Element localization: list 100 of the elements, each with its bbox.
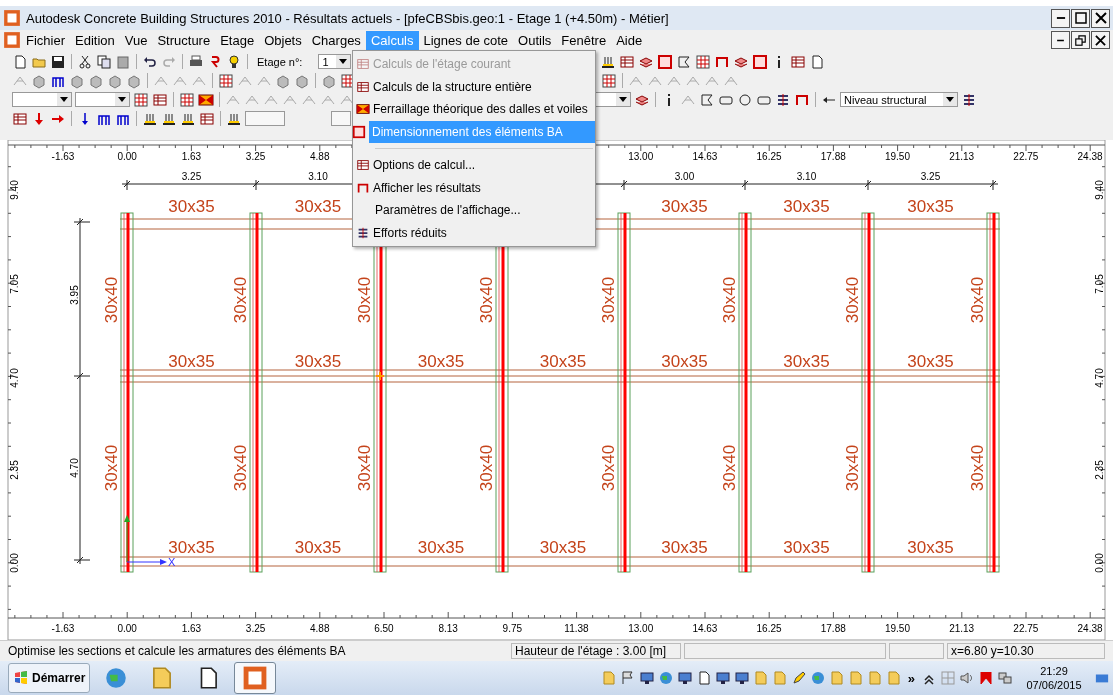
ruler-label: 0.00 [117, 151, 137, 162]
ruler-label: -1.63 [51, 151, 75, 162]
start-button[interactable]: Démarrer [8, 663, 91, 693]
column-label: 30x40 [355, 444, 375, 492]
column-label: 30x40 [355, 276, 375, 324]
dimension-label: 3.10 [308, 171, 328, 182]
column-label: 30x40 [843, 276, 863, 324]
floor-dropdown[interactable]: 1 [318, 54, 352, 69]
menu-item[interactable]: Vue [119, 30, 153, 50]
ruler-label: 3.25 [245, 151, 266, 162]
ruler-label: 1.63 [181, 623, 202, 634]
beam-label: 30x35 [168, 197, 215, 216]
column-label: 30x40 [102, 276, 122, 324]
ruler-label: 7.05 [1093, 274, 1105, 294]
ruler-label: 22.75 [1013, 623, 1039, 634]
menu-item[interactable]: Edition [70, 30, 120, 50]
beam-label: 30x35 [417, 538, 465, 557]
ruler-label: -1.63 [51, 623, 75, 634]
ruler-label: 8.13 [438, 623, 458, 634]
ruler-label: 7.05 [8, 274, 20, 294]
beam-label: 30x35 [783, 352, 830, 371]
ruler-label: 2.35 [8, 460, 20, 480]
beam-label: 30x35 [661, 352, 708, 371]
column-label: 30x40 [231, 276, 251, 324]
beam-label: 30x35 [294, 538, 342, 557]
menu-item[interactable]: Options de calcul... [353, 154, 595, 177]
ruler-label: 3.25 [245, 623, 266, 634]
ruler-label: 16.25 [756, 151, 782, 162]
column-label: 30x40 [477, 276, 497, 324]
menu-item[interactable]: Structure [152, 30, 216, 50]
menu-item[interactable]: Fenêtre [556, 30, 612, 50]
floor-height-panel: Hauteur de l'étage : 3.00 [m] [511, 643, 681, 659]
beam-label: 30x35 [539, 538, 587, 557]
ruler-label: 0.00 [117, 623, 137, 634]
dimension-label: 3.10 [796, 171, 817, 182]
window-title: Autodesk Concrete Building Structures 2010 - Résultats actuels - [pfeCBSbis.geo:1 - Etage 1 (+4.50m) - Métier] [26, 10, 670, 26]
beam-label: 30x35 [539, 352, 587, 371]
column-label: 30x40 [720, 444, 740, 492]
dimension-label: 3.95 [68, 285, 80, 305]
menu-item[interactable]: Paramètres de l'affichage... [353, 199, 595, 222]
menu-item[interactable]: Charges [306, 30, 366, 50]
ruler-label: 4.88 [310, 623, 330, 634]
column-label: 30x40 [599, 276, 619, 324]
level-dropdown[interactable]: Niveau structural [840, 92, 958, 107]
menu-item[interactable]: Objets [259, 30, 307, 50]
ruler-label: 9.40 [1093, 180, 1105, 200]
ruler-label: 9.75 [502, 623, 523, 634]
beam-label: 30x35 [783, 197, 830, 216]
dimension-label: 3.25 [920, 171, 941, 182]
ruler-label: 17.88 [820, 623, 846, 634]
status-message: Optimise les sections et calcule les armatures des éléments BA [8, 644, 347, 658]
menu-item[interactable]: Efforts réduits [353, 221, 595, 244]
menu-item[interactable]: Afficher les résultats [353, 176, 595, 199]
menu-item[interactable]: Fichier [21, 30, 70, 50]
ruler-label: 24.38 [1077, 151, 1103, 162]
menu-item[interactable]: Lignes de cote [418, 30, 514, 50]
ruler-label: 21.13 [949, 151, 975, 162]
ruler-label: 13.00 [628, 623, 654, 634]
ruler-label: 11.38 [564, 623, 589, 634]
ruler-label: 24.38 [1077, 623, 1103, 634]
beam-label: 30x35 [783, 538, 830, 557]
ruler-label: 0.00 [1093, 553, 1105, 573]
ruler-label: 14.63 [692, 623, 718, 634]
dimension-label: 3.25 [181, 171, 202, 182]
ruler-label: 4.88 [310, 151, 330, 162]
coordinates-panel: x=6.80 y=10.30 [947, 643, 1105, 659]
ruler-label: 21.13 [949, 623, 975, 634]
ruler-label: 0.00 [8, 553, 20, 573]
beam-label: 30x35 [661, 197, 708, 216]
ruler-label: 16.25 [756, 623, 782, 634]
column-label: 30x40 [599, 444, 619, 492]
ruler-label: 9.40 [8, 180, 20, 200]
column-label: 30x40 [720, 276, 740, 324]
menu-item[interactable]: Aide [611, 30, 648, 50]
dimension-label: 3.00 [674, 171, 695, 182]
column-label: 30x40 [968, 276, 988, 324]
menu-item[interactable]: Calculs de la structure entière [353, 75, 595, 98]
beam-label: 30x35 [294, 352, 342, 371]
axis-label: X [168, 556, 176, 568]
ruler-label: 1.63 [181, 151, 202, 162]
ruler-label: 6.50 [374, 623, 394, 634]
column-label: 30x40 [231, 444, 251, 492]
menu-item[interactable]: Etage [215, 30, 260, 50]
beam-label: 30x35 [907, 197, 954, 216]
clock-date: 07/06/2015 [1026, 678, 1082, 692]
ruler-label: 4.70 [1093, 368, 1105, 388]
ruler-label: 22.75 [1013, 151, 1039, 162]
beam-label: 30x35 [168, 538, 215, 557]
ruler-label: 2.35 [1093, 460, 1105, 480]
beam-label: 30x35 [417, 352, 465, 371]
beam-label: 30x35 [907, 538, 954, 557]
ruler-label: 19.50 [884, 151, 910, 162]
column-label: 30x40 [968, 444, 988, 492]
overflow-button[interactable]: » [907, 670, 915, 686]
ruler-label: 19.50 [884, 623, 910, 634]
ruler-label: 4.70 [8, 368, 20, 388]
menu-item[interactable]: Outils [513, 30, 557, 50]
ruler-label: 13.00 [628, 151, 654, 162]
menu-item[interactable]: Ferraillage théorique des dalles et voiles [353, 98, 595, 121]
dimension-label: 4.70 [68, 458, 80, 478]
